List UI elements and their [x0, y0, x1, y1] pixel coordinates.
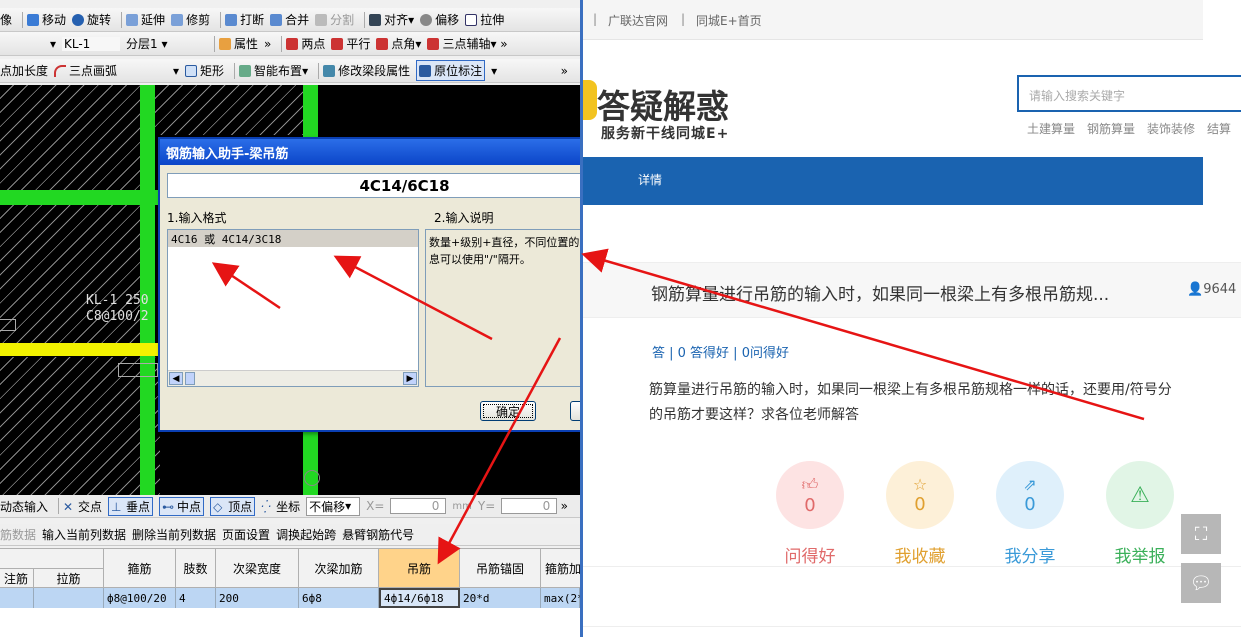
arrow	[437, 337, 562, 565]
arrow	[333, 255, 493, 341]
arrow	[581, 248, 1145, 421]
arrow	[211, 262, 281, 310]
annotation-arrows	[211, 248, 1145, 565]
